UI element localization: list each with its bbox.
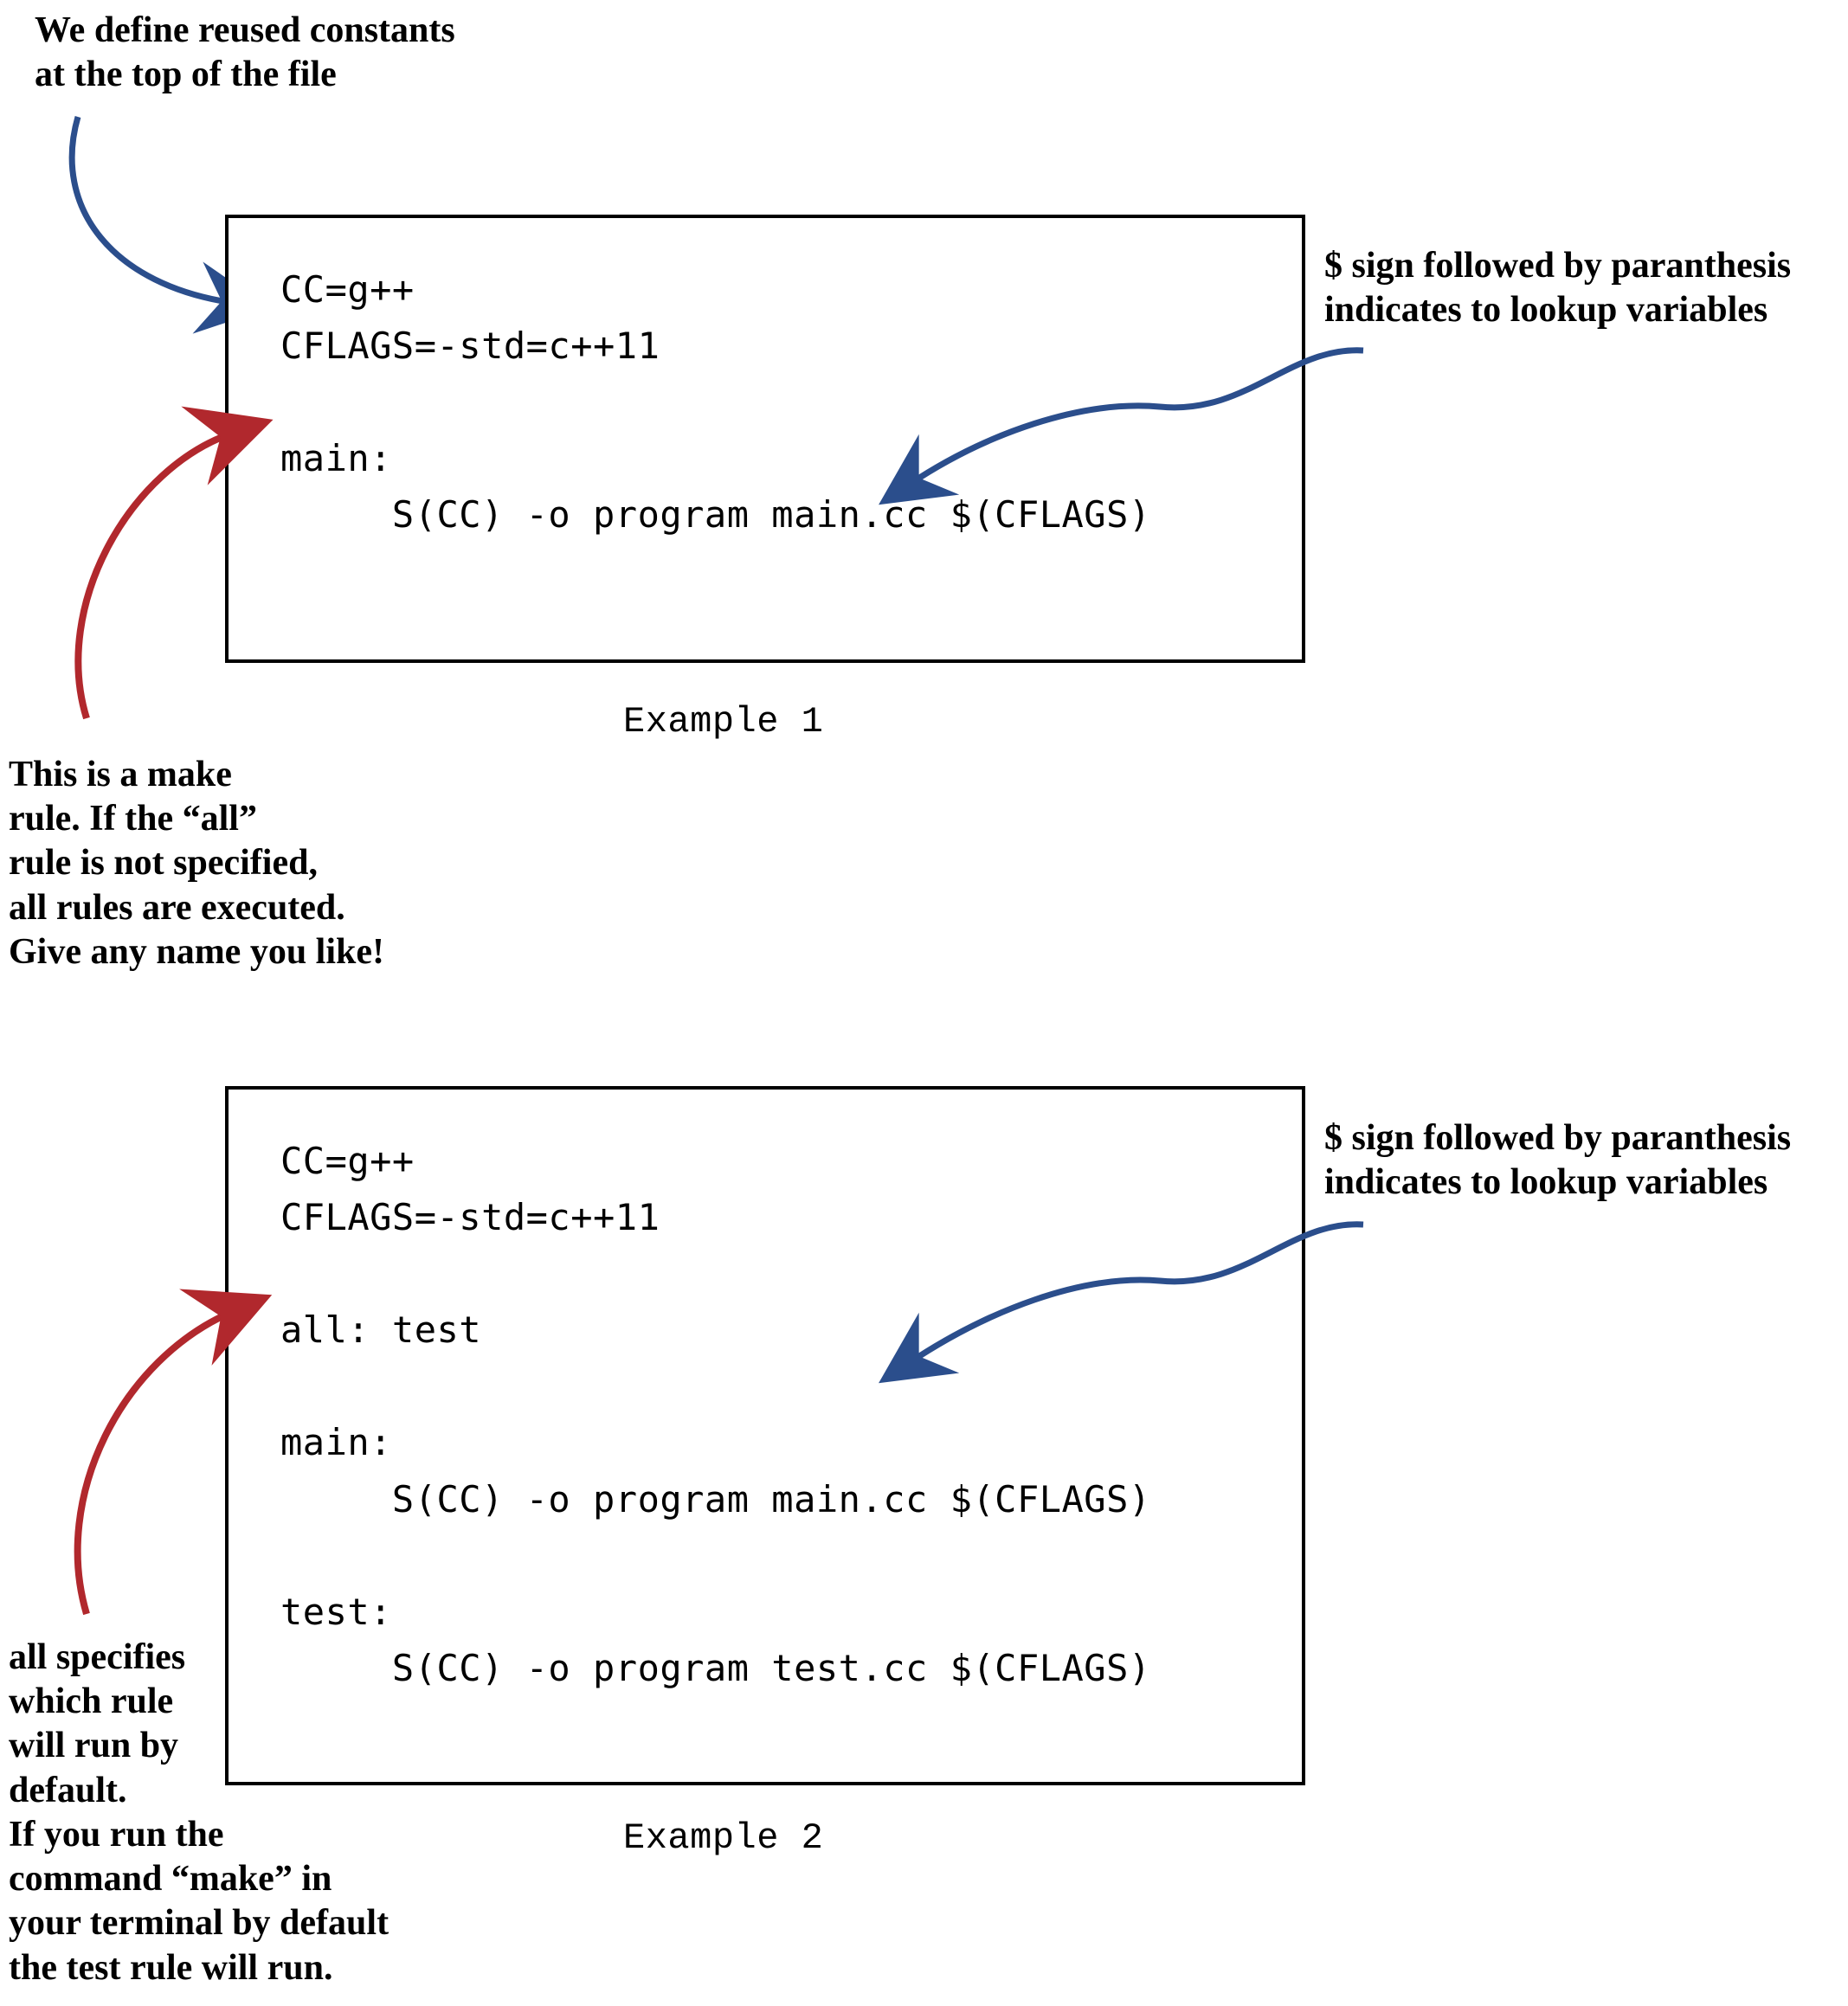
- annotation-lookup-vars-2: $ sign followed by paranthesis indicates…: [1324, 1116, 1791, 1205]
- code-example-2: CC=g++ CFLAGS=-std=c++11 all: test main:…: [280, 1133, 1267, 1696]
- annotation-define-constants: We define reused constants at the top of…: [35, 9, 455, 97]
- caption-example-1: Example 1: [623, 701, 823, 743]
- code-example-1: CC=g++ CFLAGS=-std=c++11 main: S(CC) -o …: [280, 261, 1267, 543]
- caption-example-2: Example 2: [623, 1817, 823, 1859]
- annotation-make-rule: This is a make rule. If the “all” rule i…: [9, 753, 384, 974]
- annotation-lookup-vars-1: $ sign followed by paranthesis indicates…: [1324, 244, 1791, 332]
- code-box-example-1: CC=g++ CFLAGS=-std=c++11 main: S(CC) -o …: [225, 215, 1305, 663]
- annotation-all-specifies: all specifies which rule will run by def…: [9, 1636, 389, 1990]
